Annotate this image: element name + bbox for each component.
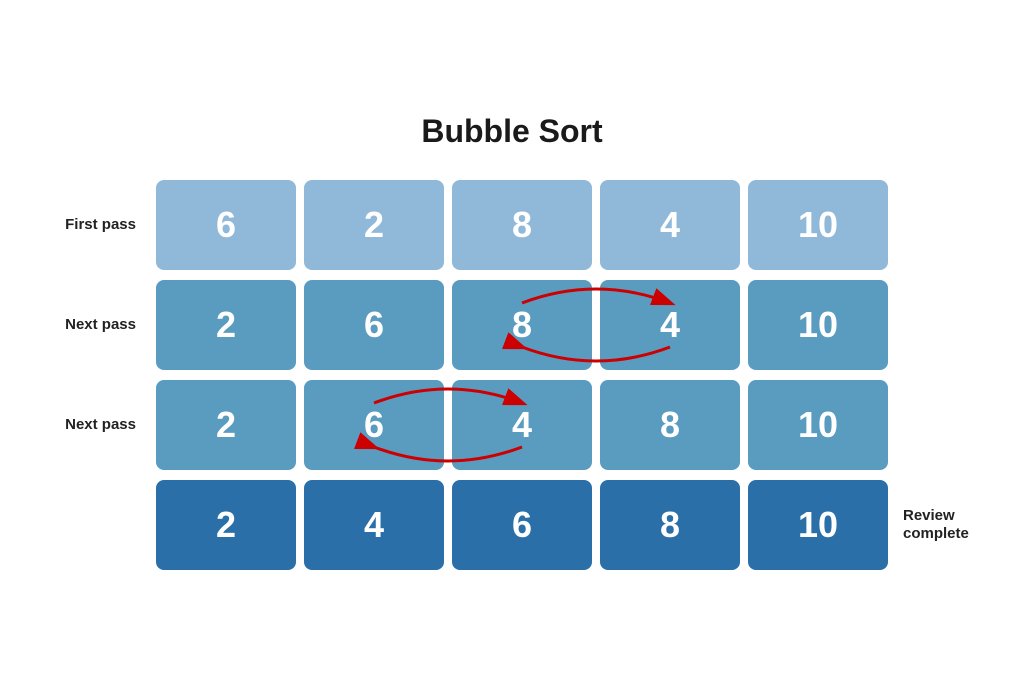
label-next-pass-1: Next pass bbox=[36, 316, 156, 334]
cell-r2-c3: 8 bbox=[600, 380, 740, 470]
label-next-pass-2: Next pass bbox=[36, 416, 156, 434]
row-first-pass: First pass628410 bbox=[36, 180, 988, 270]
cell-r1-c2: 8 bbox=[452, 280, 592, 370]
cells-0: 628410 bbox=[156, 180, 888, 270]
cells-wrapper-2: 264810 bbox=[156, 380, 888, 470]
cell-r3-c4: 10 bbox=[748, 480, 888, 570]
grid-area: First pass628410Next pass268410Next pass… bbox=[36, 180, 988, 570]
suffix-3: Review complete bbox=[888, 507, 988, 543]
cells-wrapper-1: 268410 bbox=[156, 280, 888, 370]
label-first-pass: First pass bbox=[36, 216, 156, 234]
cell-r1-c0: 2 bbox=[156, 280, 296, 370]
main-container: Bubble Sort First pass628410Next pass268… bbox=[36, 113, 988, 570]
cell-r0-c2: 8 bbox=[452, 180, 592, 270]
cell-r2-c0: 2 bbox=[156, 380, 296, 470]
cell-r2-c2: 4 bbox=[452, 380, 592, 470]
cell-r0-c4: 10 bbox=[748, 180, 888, 270]
cell-r3-c2: 6 bbox=[452, 480, 592, 570]
cells-1: 268410 bbox=[156, 280, 888, 370]
cells-wrapper-0: 628410 bbox=[156, 180, 888, 270]
row-next-pass-2: Next pass264810 bbox=[36, 380, 988, 470]
cells-2: 264810 bbox=[156, 380, 888, 470]
cell-r2-c1: 6 bbox=[304, 380, 444, 470]
row-final: 246810Review complete bbox=[36, 480, 988, 570]
page-title: Bubble Sort bbox=[421, 113, 602, 150]
cell-r2-c4: 10 bbox=[748, 380, 888, 470]
cell-r0-c1: 2 bbox=[304, 180, 444, 270]
cell-r1-c3: 4 bbox=[600, 280, 740, 370]
cell-r3-c3: 8 bbox=[600, 480, 740, 570]
row-next-pass-1: Next pass268410 bbox=[36, 280, 988, 370]
cell-r0-c3: 4 bbox=[600, 180, 740, 270]
cells-3: 246810 bbox=[156, 480, 888, 570]
cell-r1-c4: 10 bbox=[748, 280, 888, 370]
cell-r1-c1: 6 bbox=[304, 280, 444, 370]
cell-r3-c0: 2 bbox=[156, 480, 296, 570]
cell-r0-c0: 6 bbox=[156, 180, 296, 270]
cell-r3-c1: 4 bbox=[304, 480, 444, 570]
cells-wrapper-3: 246810 bbox=[156, 480, 888, 570]
